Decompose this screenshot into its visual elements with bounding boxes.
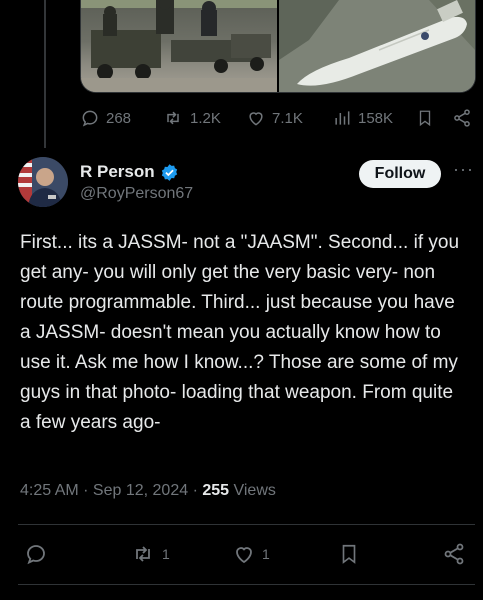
author-row: R Person @RoyPerson67 Follow ···: [18, 155, 478, 211]
views-count: 158K: [358, 109, 394, 127]
tweet-meta: 4:25 AM · Sep 12, 2024 · 255 Views: [20, 482, 276, 500]
like-count: 1: [262, 546, 270, 562]
repost-icon: [136, 546, 150, 562]
reply-action[interactable]: [24, 542, 48, 566]
thread-connector-line: [44, 0, 46, 148]
views-action[interactable]: 158K: [332, 108, 393, 128]
tweet-time[interactable]: 4:25 AM: [20, 482, 79, 499]
divider-bottom: [18, 584, 475, 585]
share-action[interactable]: [452, 108, 472, 128]
reply-icon: [27, 545, 45, 565]
reply-icon: [82, 110, 98, 127]
parent-tweet-media[interactable]: [80, 0, 476, 93]
like-action[interactable]: 1: [232, 542, 270, 566]
troops-loading-illustration: [81, 0, 277, 92]
missile-illustration: [279, 0, 475, 92]
bookmark-icon: [419, 110, 431, 127]
repost-action[interactable]: 1.2K: [162, 108, 221, 128]
author-handle[interactable]: @RoyPerson67: [80, 185, 193, 203]
bookmark-icon: [342, 544, 356, 564]
profile-photo: [18, 157, 68, 207]
tweet-actions: 1 1: [18, 540, 478, 568]
follow-button[interactable]: Follow: [359, 160, 441, 188]
meta-separator: ·: [78, 482, 93, 499]
analytics-icon: [335, 111, 350, 125]
author-name-line[interactable]: R Person: [80, 162, 179, 182]
share-action[interactable]: [442, 542, 466, 566]
verified-badge-icon: [161, 163, 177, 181]
more-options-icon[interactable]: ···: [453, 159, 474, 180]
divider-top: [18, 524, 475, 525]
repost-count: 1.2K: [190, 109, 221, 127]
heart-icon: [236, 547, 252, 564]
tweet-date[interactable]: Sep 12, 2024: [93, 482, 188, 499]
like-count: 7.1K: [272, 109, 303, 127]
share-icon: [444, 543, 464, 565]
avatar[interactable]: [18, 157, 68, 207]
repost-count: 1: [162, 546, 170, 562]
repost-icon: [167, 111, 179, 125]
repost-action[interactable]: 1: [130, 542, 170, 566]
like-action[interactable]: 7.1K: [246, 108, 303, 128]
parent-tweet-actions: 268 1.2K 7.1K 158K: [80, 108, 472, 130]
media-photo-right[interactable]: [279, 0, 475, 92]
bookmark-action[interactable]: [416, 108, 434, 128]
reply-action[interactable]: 268: [80, 108, 131, 128]
tweet-text: First... its a JASSM- not a "JAASM". Sec…: [20, 232, 465, 433]
reply-count: 268: [106, 109, 132, 127]
author-name[interactable]: R Person: [80, 162, 155, 182]
tweet-views-count[interactable]: 255: [202, 482, 229, 499]
meta-separator: ·: [188, 482, 203, 499]
media-photo-left[interactable]: [81, 0, 279, 92]
heart-icon: [249, 112, 263, 126]
bookmark-action[interactable]: [338, 542, 360, 566]
tweet-views-label: Views: [229, 482, 276, 499]
share-icon: [454, 109, 470, 127]
